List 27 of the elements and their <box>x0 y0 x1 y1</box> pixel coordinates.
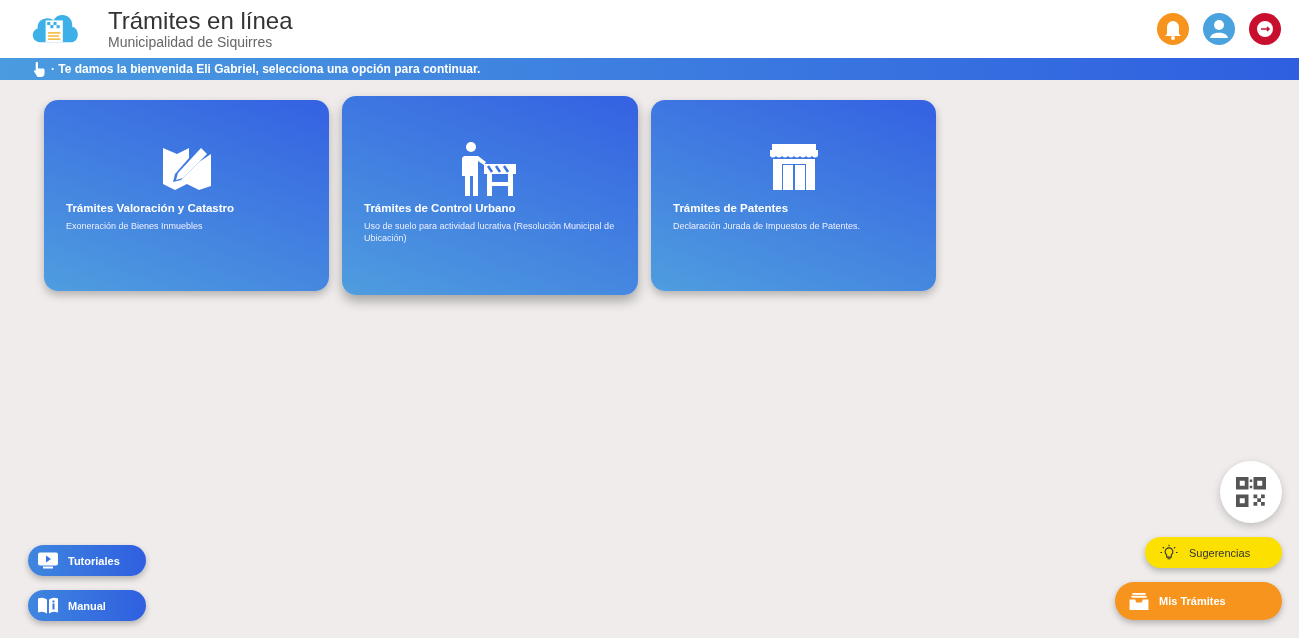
card-title: Trámites Valoración y Catastro <box>66 202 235 214</box>
qr-code-button[interactable] <box>1220 461 1282 523</box>
logout-icon[interactable] <box>1249 13 1281 45</box>
welcome-message: · Te damos la bienvenida Eli Gabriel, selecciona una opción para continuar. <box>51 62 481 76</box>
lightbulb-icon <box>1159 544 1179 561</box>
user-icon[interactable] <box>1203 13 1235 45</box>
app-title: Trámites en línea <box>108 8 293 34</box>
tutorials-button[interactable]: Tutoriales <box>28 545 146 576</box>
service-card[interactable]: Trámites de Control Urbano Uso de suelo para actividad lucrativa (Resolución Municipal de Ubicación) <box>342 96 638 295</box>
my-procedures-button[interactable]: Mis Trámites <box>1115 582 1282 620</box>
card-title: Trámites de Control Urbano <box>364 202 516 214</box>
card-description: Uso de suelo para actividad lucrativa (Resolución Municipal de Ubicación) <box>364 220 616 244</box>
app-subtitle: Municipalidad de Siquirres <box>108 34 274 50</box>
inbox-tray-icon <box>1129 592 1149 610</box>
info-book-icon <box>38 597 58 614</box>
card-description: Declaración Jurada de Impuestos de Patentes. <box>673 220 861 232</box>
pointing-hand-icon <box>32 61 45 77</box>
card-title: Trámites de Patentes <box>673 202 789 214</box>
manual-button[interactable]: Manual <box>28 590 146 621</box>
suggestions-button[interactable]: Sugerencias <box>1145 537 1282 568</box>
service-card[interactable]: Trámites de Patentes Declaración Jurada de Impuestos de Patentes. <box>651 100 936 291</box>
service-card[interactable]: Trámites Valoración y Catastro Exoneración de Bienes Inmuebles <box>44 100 329 291</box>
video-icon <box>38 552 58 569</box>
qr-code-icon <box>1236 477 1266 507</box>
person-barrier-icon <box>462 142 518 196</box>
card-description: Exoneración de Bienes Inmuebles <box>66 220 203 232</box>
store-icon <box>769 144 818 190</box>
